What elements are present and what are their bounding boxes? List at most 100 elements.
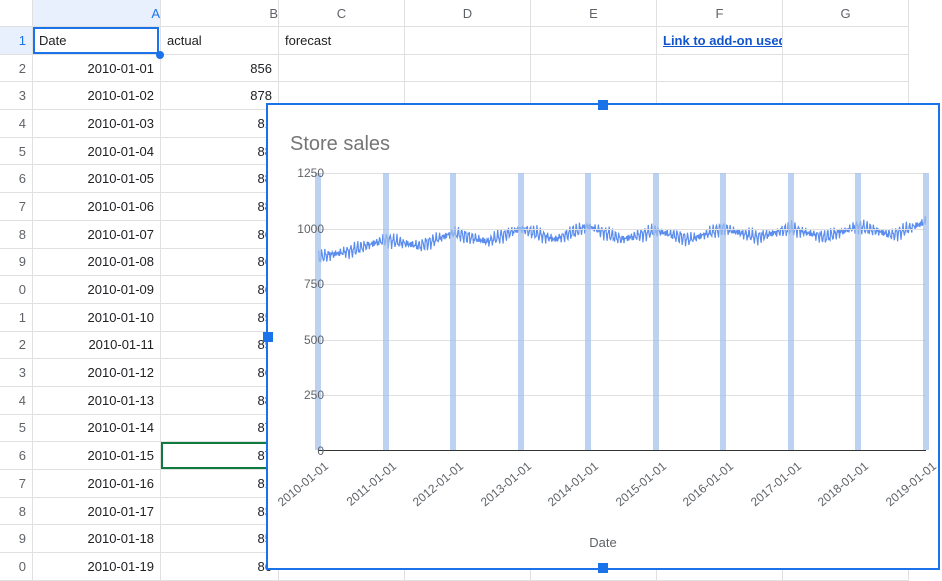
col-header-G[interactable]: G (783, 0, 909, 27)
cell-date[interactable]: 2010-01-02 (33, 82, 161, 110)
chart-y-tick: 750 (304, 277, 324, 291)
cell-date[interactable]: 2010-01-14 (33, 415, 161, 443)
chart-year-band (450, 173, 456, 450)
cell-G1[interactable] (783, 27, 909, 55)
cell-actual[interactable]: 85 (161, 304, 279, 332)
col-header-F[interactable]: F (657, 0, 783, 27)
chart-year-band (788, 173, 794, 450)
cell-date[interactable]: 2010-01-09 (33, 276, 161, 304)
cell-actual[interactable]: 83 (161, 498, 279, 526)
cell-date[interactable]: 2010-01-17 (33, 498, 161, 526)
cell-date[interactable]: 2010-01-08 (33, 249, 161, 277)
row-header[interactable]: 0 (0, 553, 33, 581)
row-header[interactable]: 1 (0, 27, 33, 55)
cell-actual[interactable]: 878 (161, 82, 279, 110)
col-header-B[interactable]: B (161, 0, 279, 27)
cell-actual[interactable]: 87 (161, 415, 279, 443)
col-header-D[interactable]: D (405, 0, 531, 27)
cell-date[interactable]: 2010-01-06 (33, 193, 161, 221)
cell-empty[interactable] (657, 55, 783, 83)
row-header[interactable]: 3 (0, 359, 33, 387)
cell-C1[interactable]: forecast (279, 27, 405, 55)
cell-date[interactable]: 2010-01-19 (33, 553, 161, 581)
cell-actual[interactable]: 86 (161, 359, 279, 387)
cell-actual[interactable]: 81 (161, 470, 279, 498)
row-header[interactable]: 2 (0, 55, 33, 83)
chart-resize-top[interactable] (598, 100, 608, 110)
row-header[interactable]: 4 (0, 110, 33, 138)
cell-F1[interactable]: Link to add-on used (657, 27, 783, 55)
row-header[interactable]: 6 (0, 442, 33, 470)
chart-year-band (518, 173, 524, 450)
chart-resize-left[interactable] (263, 332, 273, 342)
cell-date[interactable]: 2010-01-05 (33, 165, 161, 193)
cell-actual[interactable]: 85 (161, 332, 279, 360)
row-header[interactable]: 6 (0, 165, 33, 193)
chart-x-tick: 2019-01-01 (883, 459, 939, 509)
cell-actual[interactable]: 88 (161, 138, 279, 166)
cell-date[interactable]: 2010-01-07 (33, 221, 161, 249)
row-header[interactable]: 7 (0, 193, 33, 221)
cell-B1[interactable]: actual (161, 27, 279, 55)
cell-actual[interactable]: 81 (161, 110, 279, 138)
cell-actual[interactable]: 856 (161, 55, 279, 83)
cell-actual[interactable]: 85 (161, 525, 279, 553)
row-header[interactable]: 8 (0, 221, 33, 249)
chart-plot-area (318, 173, 926, 451)
cell-actual[interactable]: 86 (161, 249, 279, 277)
row-header[interactable]: 7 (0, 470, 33, 498)
cell-empty[interactable] (531, 55, 657, 83)
row-header[interactable]: 2 (0, 332, 33, 360)
cell-empty[interactable] (783, 55, 909, 83)
row-header[interactable]: 5 (0, 138, 33, 166)
cell-date[interactable]: 2010-01-18 (33, 525, 161, 553)
chart-year-band (585, 173, 591, 450)
chart-y-tick: 500 (304, 333, 324, 347)
chart-gridline (318, 284, 926, 285)
chart-year-band (653, 173, 659, 450)
row-header[interactable]: 8 (0, 498, 33, 526)
cell-E1[interactable] (531, 27, 657, 55)
cell-date[interactable]: 2010-01-11 (33, 332, 161, 360)
row-header[interactable]: 3 (0, 82, 33, 110)
chart-resize-bottom[interactable] (598, 563, 608, 573)
cell-date[interactable]: 2010-01-15 (33, 442, 161, 470)
cell-date[interactable]: 2010-01-13 (33, 387, 161, 415)
row-header[interactable]: 9 (0, 525, 33, 553)
chart-year-band (383, 173, 389, 450)
chart-y-tick: 0 (317, 444, 324, 458)
row-header[interactable]: 5 (0, 415, 33, 443)
chart-object[interactable]: Store sales Date 0250500750100012502010-… (266, 103, 940, 570)
cell-date[interactable]: 2010-01-03 (33, 110, 161, 138)
cell-actual[interactable]: 87 (161, 442, 279, 470)
row-header[interactable]: 4 (0, 387, 33, 415)
cell-date[interactable]: 2010-01-12 (33, 359, 161, 387)
chart-year-band (923, 173, 929, 450)
cell-date[interactable]: 2010-01-16 (33, 470, 161, 498)
cell-A1[interactable]: Date (33, 27, 161, 55)
row-header[interactable]: 1 (0, 304, 33, 332)
cell-empty[interactable] (279, 55, 405, 83)
chart-x-tick: 2013-01-01 (478, 459, 534, 509)
cell-actual[interactable]: 86 (161, 221, 279, 249)
col-header-C[interactable]: C (279, 0, 405, 27)
row-header[interactable]: 9 (0, 249, 33, 277)
cell-actual[interactable]: 86 (161, 276, 279, 304)
cell-actual[interactable]: 88 (161, 387, 279, 415)
cell-date[interactable]: 2010-01-10 (33, 304, 161, 332)
cell-actual[interactable]: 86 (161, 553, 279, 581)
addon-link[interactable]: Link to add-on used (663, 33, 783, 48)
corner-cell[interactable] (0, 0, 33, 27)
cell-date[interactable]: 2010-01-01 (33, 55, 161, 83)
data-row: 1 Date actual forecast Link to add-on us… (0, 27, 942, 55)
row-header[interactable]: 0 (0, 276, 33, 304)
cell-actual[interactable]: 88 (161, 193, 279, 221)
chart-x-tick: 2016-01-01 (680, 459, 736, 509)
cell-empty[interactable] (405, 55, 531, 83)
cell-D1[interactable] (405, 27, 531, 55)
col-header-E[interactable]: E (531, 0, 657, 27)
cell-actual[interactable]: 88 (161, 165, 279, 193)
cell-date[interactable]: 2010-01-04 (33, 138, 161, 166)
col-header-A[interactable]: A (33, 0, 161, 27)
chart-year-band (315, 173, 321, 450)
